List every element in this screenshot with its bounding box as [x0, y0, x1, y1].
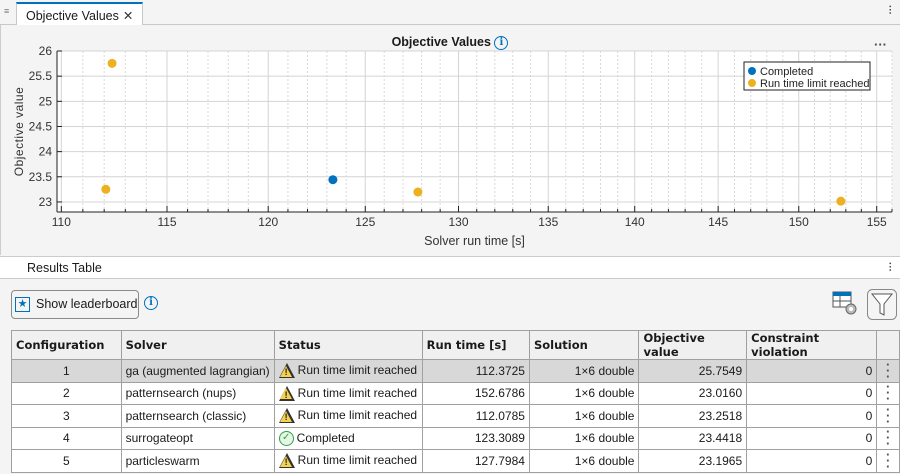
status-text: Run time limit reached — [297, 453, 418, 468]
cell-constraint-violation[interactable]: 0 — [746, 404, 878, 428]
y-tick-label: 26 — [39, 44, 53, 58]
x-tick-label: 140 — [625, 215, 645, 229]
col-run-time[interactable]: Run time [s] — [421, 330, 530, 360]
cell-solver[interactable]: ga (augmented lagrangian) — [120, 359, 275, 383]
x-tick-label: 110 — [52, 215, 71, 229]
y-tick-label: 24.5 — [29, 119, 53, 133]
y-tick-label: 25.5 — [29, 69, 53, 83]
check-circle-icon: ✓ — [278, 430, 294, 446]
cell-constraint-violation[interactable]: 0 — [746, 359, 878, 383]
legend-marker — [748, 67, 756, 75]
cell-run-time[interactable]: 112.3725 — [421, 359, 530, 383]
x-tick-label: 115 — [157, 215, 176, 229]
col-objective-value[interactable]: Objective value — [638, 330, 748, 360]
data-point[interactable] — [101, 184, 111, 194]
cell-solution[interactable]: 1×6 double — [528, 426, 640, 450]
cell-configuration[interactable]: 3 — [11, 404, 122, 428]
warning-icon: ! — [278, 408, 295, 424]
table-row[interactable]: 2 patternsearch (nups)! Run time limit rea… — [11, 380, 900, 405]
cell-run-time[interactable]: 152.6786 — [421, 381, 530, 405]
status-text: Completed — [296, 430, 355, 445]
cell-objective-value[interactable]: 25.7549 — [638, 359, 748, 383]
data-point[interactable] — [107, 58, 117, 68]
col-status[interactable]: Status — [273, 330, 423, 360]
col-actions — [876, 330, 900, 360]
cell-solver[interactable]: patternsearch (classic) — [120, 404, 275, 428]
status-text: Run time limit reached — [297, 385, 418, 400]
legend-label: Completed — [760, 66, 813, 78]
cell-objective-value[interactable]: 23.4418 — [638, 426, 748, 450]
warning-icon: ! — [278, 453, 295, 469]
cell-solver[interactable]: patternsearch (nups) — [120, 381, 275, 405]
cell-objective-value[interactable]: 23.0160 — [638, 381, 748, 405]
cell-constraint-violation[interactable]: 0 — [746, 381, 878, 405]
y-tick-label: 23 — [39, 195, 53, 209]
cell-configuration[interactable]: 4 — [11, 426, 122, 450]
star-icon: ★ — [15, 297, 30, 312]
results-more-icon[interactable]: ··· — [884, 262, 895, 272]
y-tick-label: 24 — [39, 145, 53, 159]
status-text: Run time limit reached — [297, 363, 418, 378]
more-options-icon[interactable]: ··· — [884, 5, 895, 15]
y-axis-label: Objective value — [12, 87, 26, 177]
legend-marker — [748, 79, 756, 87]
legend-label: Run time limit reached — [760, 78, 869, 90]
cell-configuration[interactable]: 2 — [11, 381, 122, 405]
x-tick-label: 150 — [789, 215, 809, 229]
table-header-row: Configuration Solver Status Run time [s]… — [11, 330, 900, 360]
close-icon[interactable]: ✕ — [123, 9, 133, 23]
x-tick-label: 130 — [448, 215, 468, 229]
x-tick-label: 120 — [258, 215, 278, 229]
show-leaderboard-button[interactable]: ★ Show leaderboard — [11, 290, 139, 319]
x-tick-label: 125 — [355, 215, 375, 229]
data-point[interactable] — [328, 175, 338, 185]
x-tick-label: 135 — [538, 215, 558, 229]
grip-icon[interactable]: ≡ — [4, 6, 9, 16]
cell-solver[interactable]: surrogateopt — [120, 426, 275, 450]
x-axis-label: Solver run time [s] — [424, 234, 525, 248]
cell-configuration[interactable]: 1 — [11, 359, 122, 383]
objective-scatter-chart[interactable]: 110 115 120 125 130 135 140 145 150 155 23 23.5 24 24… — [0, 25, 900, 255]
leaderboard-label: Show leaderboard — [36, 297, 138, 311]
y-tick-label: 23.5 — [29, 170, 53, 184]
status-text: Run time limit reached — [297, 408, 418, 423]
col-solver[interactable]: Solver — [120, 330, 275, 360]
results-table-header: Results Table ··· — [0, 256, 900, 279]
col-constraint-violation[interactable]: Constraint violation — [746, 330, 878, 360]
results-title: Results Table — [27, 261, 102, 275]
cell-status[interactable]: ! Run time limit reached — [273, 359, 423, 383]
cell-run-time[interactable]: 123.3089 — [421, 426, 530, 450]
table-settings-icon[interactable] — [832, 290, 860, 318]
cell-objective-value[interactable]: 23.2518 — [638, 404, 748, 428]
tab-bar: ≡ Objective Values ✕ ··· — [0, 0, 900, 26]
cell-status[interactable]: ! Run time limit reached — [273, 404, 423, 428]
table-row[interactable]: 1 ga (augmented lagrangian)! Run time limi… — [11, 358, 900, 383]
cell-solution[interactable]: 1×6 double — [528, 359, 640, 383]
cell-status[interactable]: ! Run time limit reached — [273, 381, 423, 405]
col-configuration[interactable]: Configuration — [11, 330, 122, 360]
cell-status[interactable]: ✓ Completed — [273, 426, 423, 450]
x-tick-label: 145 — [708, 215, 728, 229]
y-tick-label: 25 — [39, 94, 53, 108]
data-point[interactable] — [836, 196, 846, 206]
cell-run-time[interactable]: 112.0785 — [421, 404, 530, 428]
data-point[interactable] — [413, 187, 423, 197]
tab-objective-values[interactable]: Objective Values ✕ — [16, 2, 144, 26]
cell-solution[interactable]: 1×6 double — [528, 381, 640, 405]
x-tick-label: 155 — [867, 215, 887, 229]
cell-solution[interactable]: 1×6 double — [528, 404, 640, 428]
results-table: Configuration Solver Status Run time [s]… — [11, 330, 900, 473]
table-row[interactable]: 4 surrogateopt ✓ Completed 123.3089 1×6 doubl… — [11, 425, 900, 450]
filter-button[interactable] — [867, 289, 897, 320]
warning-icon: ! — [278, 385, 295, 401]
warning-icon: ! — [278, 363, 295, 379]
col-solution[interactable]: Solution — [528, 330, 640, 360]
leaderboard-info-icon[interactable]: i — [144, 296, 158, 310]
tab-label: Objective Values — [26, 9, 119, 23]
cell-constraint-violation[interactable]: 0 — [746, 426, 878, 450]
table-row[interactable]: 3 patternsearch (classic)! Run time limit … — [11, 403, 900, 428]
